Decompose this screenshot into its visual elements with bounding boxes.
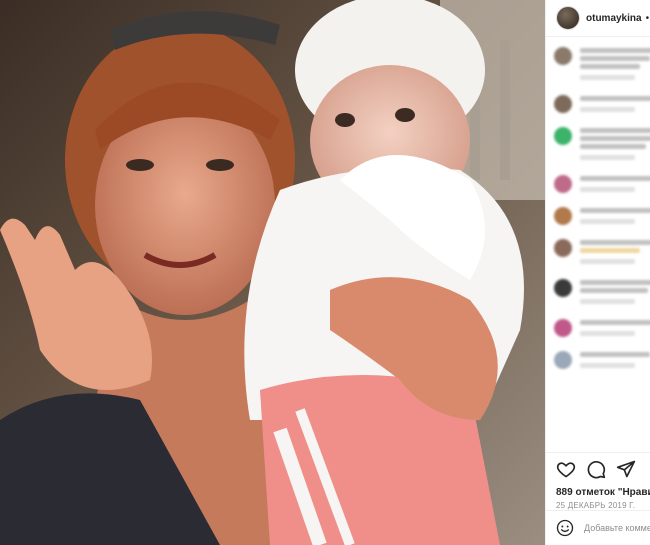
post-header: otumaykina • По bbox=[546, 0, 650, 37]
list-item bbox=[554, 317, 650, 339]
comment-avatar[interactable] bbox=[554, 47, 572, 65]
comment-icon[interactable] bbox=[586, 459, 606, 479]
comments-list bbox=[546, 37, 650, 450]
comment-avatar[interactable] bbox=[554, 175, 572, 193]
heart-icon[interactable] bbox=[556, 459, 576, 479]
comment-avatar[interactable] bbox=[554, 279, 572, 297]
post-date[interactable]: 25 ДЕКАБРЬ 2019 Г. bbox=[546, 498, 650, 510]
comment-avatar[interactable] bbox=[554, 95, 572, 113]
list-item bbox=[554, 205, 650, 227]
comment-avatar[interactable] bbox=[554, 351, 572, 369]
post-side-panel: otumaykina • По bbox=[545, 0, 650, 545]
comment-avatar[interactable] bbox=[554, 239, 572, 257]
user-avatar[interactable] bbox=[556, 6, 580, 30]
list-item bbox=[554, 93, 650, 115]
post-photo[interactable] bbox=[0, 0, 545, 545]
comment-avatar[interactable] bbox=[554, 127, 572, 145]
header-separator: • bbox=[645, 12, 650, 24]
comment-avatar[interactable] bbox=[554, 319, 572, 337]
list-item bbox=[554, 277, 650, 307]
photo-illustration bbox=[0, 0, 545, 545]
paper-plane-icon[interactable] bbox=[616, 459, 636, 479]
action-icons bbox=[546, 453, 650, 479]
add-comment-bar bbox=[546, 510, 650, 545]
list-item bbox=[554, 173, 650, 195]
list-item bbox=[554, 45, 650, 83]
likes-count[interactable]: 889 отметок "Нравится" bbox=[546, 479, 650, 498]
username-link[interactable]: otumaykina bbox=[586, 13, 642, 24]
list-item bbox=[554, 125, 650, 163]
comment-avatar[interactable] bbox=[554, 207, 572, 225]
list-item bbox=[554, 237, 650, 267]
comment-input[interactable] bbox=[582, 522, 650, 534]
smiley-icon[interactable] bbox=[556, 519, 574, 537]
list-item bbox=[554, 349, 650, 371]
